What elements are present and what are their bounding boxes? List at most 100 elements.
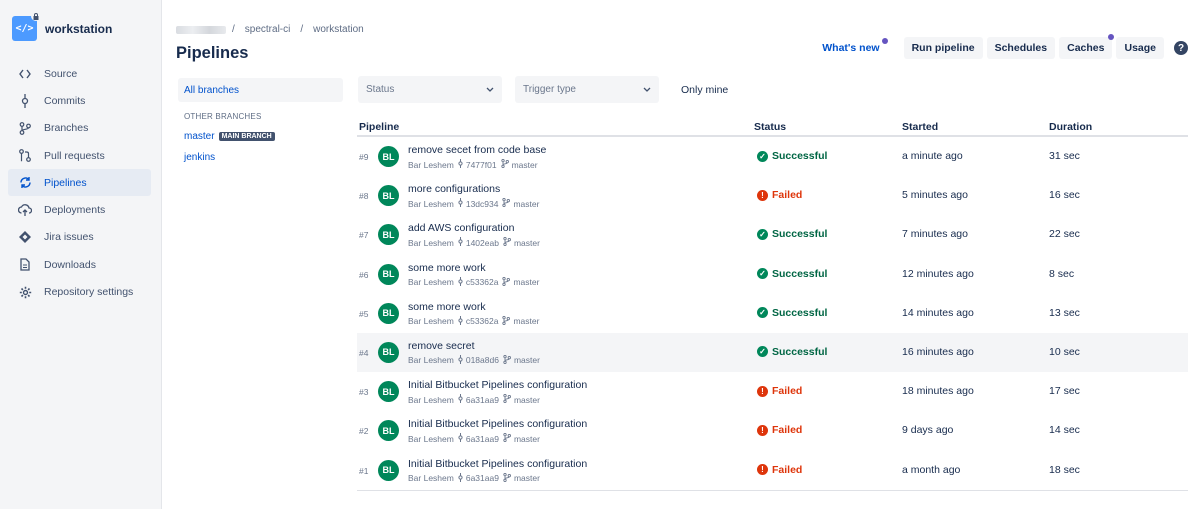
table-row[interactable]: #8 BL more configurations Bar Leshem 13d… xyxy=(357,176,1188,215)
sidebar-item-branches[interactable]: Branches xyxy=(8,115,151,142)
pipeline-number: #2 xyxy=(359,426,369,437)
pipeline-number: #6 xyxy=(359,269,369,280)
status-badge: ✓ Successful xyxy=(757,228,827,240)
whats-new-label: What's new xyxy=(822,42,880,54)
repo-header[interactable]: </> workstation xyxy=(12,11,112,41)
branch-name[interactable]: master xyxy=(514,434,540,444)
status-filter-label: Status xyxy=(366,84,395,95)
pipeline-title[interactable]: some more work xyxy=(408,262,486,274)
breadcrumb-repo[interactable]: workstation xyxy=(313,24,364,35)
only-mine-toggle[interactable]: Only mine xyxy=(681,84,728,96)
breadcrumb-workspace-redacted[interactable] xyxy=(176,25,226,34)
duration-value: 18 sec xyxy=(1049,463,1080,476)
table-row[interactable]: #3 BL Initial Bitbucket Pipelines config… xyxy=(357,372,1188,411)
duration-value: 13 sec xyxy=(1049,306,1080,319)
all-branches-item[interactable]: All branches xyxy=(178,78,343,102)
pull-request-icon xyxy=(18,149,32,163)
sidebar-item-deployments[interactable]: Deployments xyxy=(8,196,151,223)
avatar: BL xyxy=(378,302,399,324)
check-circle-icon: ✓ xyxy=(757,150,768,162)
pipeline-meta: Bar Leshem 018a8d6 master xyxy=(408,354,540,366)
pipeline-title[interactable]: add AWS configuration xyxy=(408,222,514,234)
commit-hash[interactable]: 6a31aa9 xyxy=(466,473,499,483)
commit-hash[interactable]: 13dc934 xyxy=(466,199,499,209)
branch-name[interactable]: master xyxy=(514,238,540,248)
pipeline-number: #9 xyxy=(359,152,369,162)
caches-button[interactable]: Caches xyxy=(1059,34,1115,59)
breadcrumb-project[interactable]: spectral-ci xyxy=(245,24,291,35)
branch-icon xyxy=(503,394,511,405)
avatar: BL xyxy=(378,263,399,285)
table-row[interactable]: #7 BL add AWS configuration Bar Leshem 1… xyxy=(357,215,1188,254)
pipeline-title[interactable]: Initial Bitbucket Pipelines configuratio… xyxy=(408,458,587,470)
started-time: 12 minutes ago xyxy=(902,267,974,280)
sidebar-item-downloads[interactable]: Downloads xyxy=(8,251,151,278)
lock-icon xyxy=(31,11,41,21)
table-row[interactable]: #1 BL Initial Bitbucket Pipelines config… xyxy=(357,451,1188,490)
schedules-button[interactable]: Schedules xyxy=(986,37,1056,59)
commit-author: Bar Leshem xyxy=(408,433,454,444)
pipeline-meta: Bar Leshem 6a31aa9 master xyxy=(408,394,540,405)
commit-hash[interactable]: 018a8d6 xyxy=(466,355,499,365)
branch-name[interactable]: master xyxy=(514,355,540,365)
branch-item-jenkins[interactable]: jenkins xyxy=(178,152,343,163)
branch-name[interactable]: master xyxy=(514,395,540,405)
sidebar-item-pipelines[interactable]: Pipelines xyxy=(8,169,151,197)
branch-icon xyxy=(502,315,511,327)
sidebar-item-pull-requests[interactable]: Pull requests xyxy=(8,142,151,169)
branch-name[interactable]: master xyxy=(513,199,539,209)
error-icon: ! xyxy=(757,464,768,475)
status-label: Successful xyxy=(772,306,828,319)
commit-hash[interactable]: c53362a xyxy=(466,316,499,326)
pipeline-title[interactable]: some more work xyxy=(408,301,486,313)
table-row[interactable]: #5 BL some more work Bar Leshem c53362a … xyxy=(357,294,1188,333)
branch-icon xyxy=(503,433,511,444)
commit-hash[interactable]: 7477f01 xyxy=(466,160,497,170)
branch-name[interactable]: master xyxy=(514,473,540,483)
branch-panel: All branches OTHER BRANCHES master MAIN … xyxy=(178,78,343,163)
commit-hash[interactable]: c53362a xyxy=(466,277,499,287)
breadcrumb-separator: / xyxy=(232,24,235,35)
help-icon[interactable]: ? xyxy=(1174,41,1188,55)
column-header-pipeline: Pipeline xyxy=(359,121,400,133)
breadcrumb-separator: / xyxy=(300,24,304,35)
pipeline-meta: Bar Leshem 1402eab master xyxy=(408,237,540,248)
sidebar-item-jira-issues[interactable]: Jira issues xyxy=(8,224,151,251)
table-row[interactable]: #4 BL remove secret Bar Leshem 018a8d6 m… xyxy=(357,332,1188,373)
table-row[interactable]: #6 BL some more work Bar Leshem c53362a … xyxy=(357,255,1188,294)
duration-value: 17 sec xyxy=(1049,385,1080,398)
status-filter-select[interactable]: Status xyxy=(358,76,502,103)
commit-hash[interactable]: 6a31aa9 xyxy=(466,395,499,405)
commit-icon xyxy=(458,315,463,327)
sidebar-item-source[interactable]: Source xyxy=(8,60,151,87)
pipeline-title[interactable]: Initial Bitbucket Pipelines configuratio… xyxy=(408,418,587,430)
started-time: 18 minutes ago xyxy=(902,385,974,398)
branch-item-master[interactable]: master MAIN BRANCH xyxy=(178,131,343,142)
commit-hash[interactable]: 6a31aa9 xyxy=(466,434,499,444)
sidebar-item-repository-settings[interactable]: Repository settings xyxy=(8,278,151,305)
status-badge: ✓ Successful xyxy=(757,346,827,358)
branch-name: master xyxy=(184,131,215,142)
avatar: BL xyxy=(378,381,399,403)
commit-hash[interactable]: 1402eab xyxy=(466,238,499,248)
sidebar-item-label: Repository settings xyxy=(44,286,134,299)
table-row[interactable]: #9 BL remove secet from code base Bar Le… xyxy=(357,137,1188,176)
pipeline-title[interactable]: more configurations xyxy=(408,183,500,195)
pipeline-title[interactable]: remove secet from code base xyxy=(408,144,546,156)
pipeline-title[interactable]: remove secret xyxy=(408,340,475,352)
sidebar-item-commits[interactable]: Commits xyxy=(8,87,151,114)
whats-new-link[interactable]: What's new xyxy=(822,38,888,54)
deployments-icon xyxy=(18,203,32,217)
branch-name[interactable]: master xyxy=(513,316,539,326)
status-label: Successful xyxy=(772,345,828,358)
pipeline-title[interactable]: Initial Bitbucket Pipelines configuratio… xyxy=(408,379,587,391)
duration-value: 8 sec xyxy=(1049,267,1075,280)
branch-name[interactable]: master xyxy=(513,277,539,287)
table-row[interactable]: #2 BL Initial Bitbucket Pipelines config… xyxy=(357,411,1188,450)
run-pipeline-button[interactable]: Run pipeline xyxy=(903,37,983,59)
commit-author: Bar Leshem xyxy=(408,237,454,248)
trigger-type-filter-select[interactable]: Trigger type xyxy=(515,76,659,103)
branch-name[interactable]: master xyxy=(512,160,538,170)
usage-button[interactable]: Usage xyxy=(1116,37,1164,59)
sidebar-item-label: Branches xyxy=(44,122,89,135)
